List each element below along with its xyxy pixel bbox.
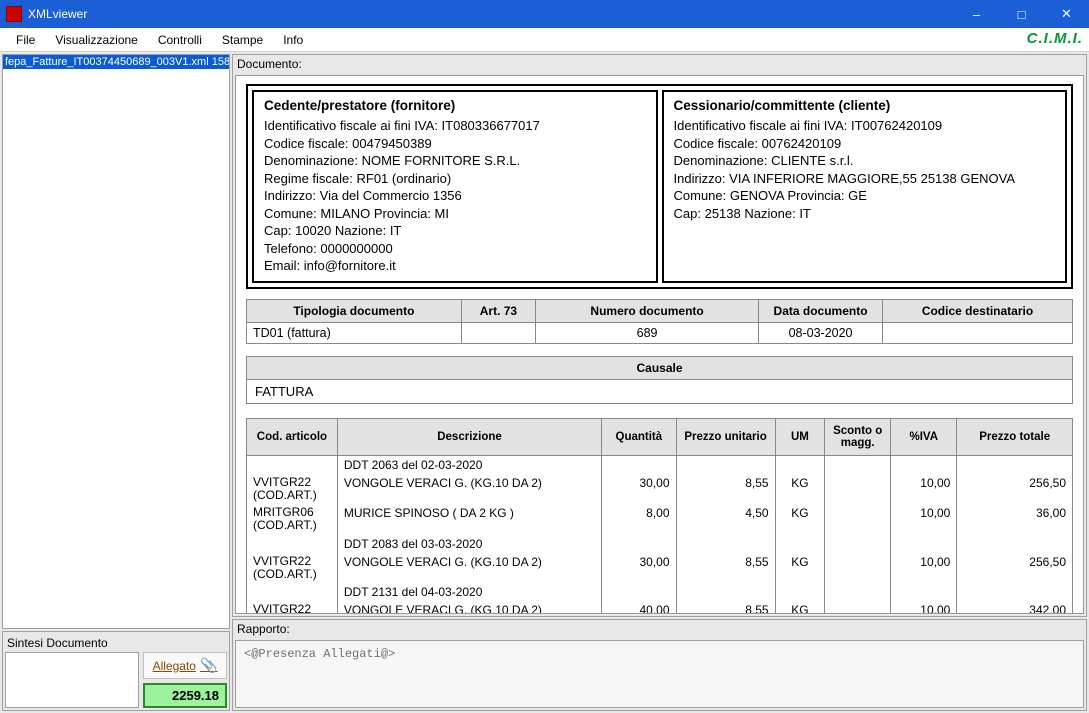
document-viewer[interactable]: Cedente/prestatore (fornitore) Identific…	[235, 75, 1084, 614]
minimize-button[interactable]: –	[954, 0, 999, 28]
file-item-selected[interactable]: fepa_Fatture_IT00374450689_003V1.xml 158	[3, 55, 229, 69]
sintesi-textbox[interactable]	[5, 652, 139, 708]
documento-label: Documento:	[233, 55, 1086, 73]
line-row: DDT 2063 del 02-03-2020	[247, 455, 1073, 474]
brand-logo: C.I.M.I.	[1027, 30, 1083, 47]
supplier-box: Cedente/prestatore (fornitore) Identific…	[252, 90, 658, 283]
menu-info[interactable]: Info	[273, 31, 313, 49]
docinfo-table: Tipologia documento Art. 73 Numero docum…	[246, 299, 1073, 344]
paperclip-icon: 📎	[200, 657, 217, 674]
rapporto-textbox[interactable]: <@Presenza Allegati@>	[235, 640, 1084, 708]
menu-file[interactable]: File	[6, 31, 45, 49]
app-icon	[6, 6, 22, 22]
allegato-label: Allegato	[153, 659, 196, 673]
window-title: XMLviewer	[28, 7, 954, 21]
menubar: File Visualizzazione Controlli Stampe In…	[0, 28, 1089, 52]
causale-header: Causale	[246, 356, 1073, 380]
line-row: MRITGR06(COD.ART.) MURICE SPINOSO ( DA 2…	[247, 504, 1073, 534]
customer-title: Cessionario/committente (cliente)	[674, 98, 1056, 113]
rapporto-label: Rapporto:	[233, 620, 1086, 638]
causale-value: FATTURA	[246, 380, 1073, 404]
menu-controlli[interactable]: Controlli	[148, 31, 212, 49]
menu-stampe[interactable]: Stampe	[212, 31, 273, 49]
close-button[interactable]: ✕	[1044, 0, 1089, 28]
line-row: VVITGR22(COD.ART.) VONGOLE VERACI G. (KG…	[247, 601, 1073, 614]
maximize-button[interactable]: □	[999, 0, 1044, 28]
window-titlebar: XMLviewer – □ ✕	[0, 0, 1089, 28]
menu-visualizzazione[interactable]: Visualizzazione	[45, 31, 148, 49]
line-row: DDT 2131 del 04-03-2020	[247, 583, 1073, 601]
sintesi-label: Sintesi Documento	[5, 634, 227, 652]
supplier-title: Cedente/prestatore (fornitore)	[264, 98, 646, 113]
sintesi-panel: Sintesi Documento Allegato 📎 2259.18	[2, 631, 230, 711]
line-row: VVITGR22(COD.ART.) VONGOLE VERACI G. (KG…	[247, 474, 1073, 504]
total-amount: 2259.18	[143, 683, 227, 708]
rapporto-panel: Rapporto: <@Presenza Allegati@>	[232, 619, 1087, 711]
file-list[interactable]: fepa_Fatture_IT00374450689_003V1.xml 158	[2, 54, 230, 629]
line-row: VVITGR22(COD.ART.) VONGOLE VERACI G. (KG…	[247, 553, 1073, 583]
lines-table: Cod. articolo Descrizione Quantità Prezz…	[246, 418, 1073, 614]
documento-panel: Documento: Cedente/prestatore (fornitore…	[232, 54, 1087, 617]
customer-box: Cessionario/committente (cliente) Identi…	[662, 90, 1068, 283]
line-row: DDT 2083 del 03-03-2020	[247, 535, 1073, 553]
allegato-link[interactable]: Allegato 📎	[143, 652, 227, 679]
